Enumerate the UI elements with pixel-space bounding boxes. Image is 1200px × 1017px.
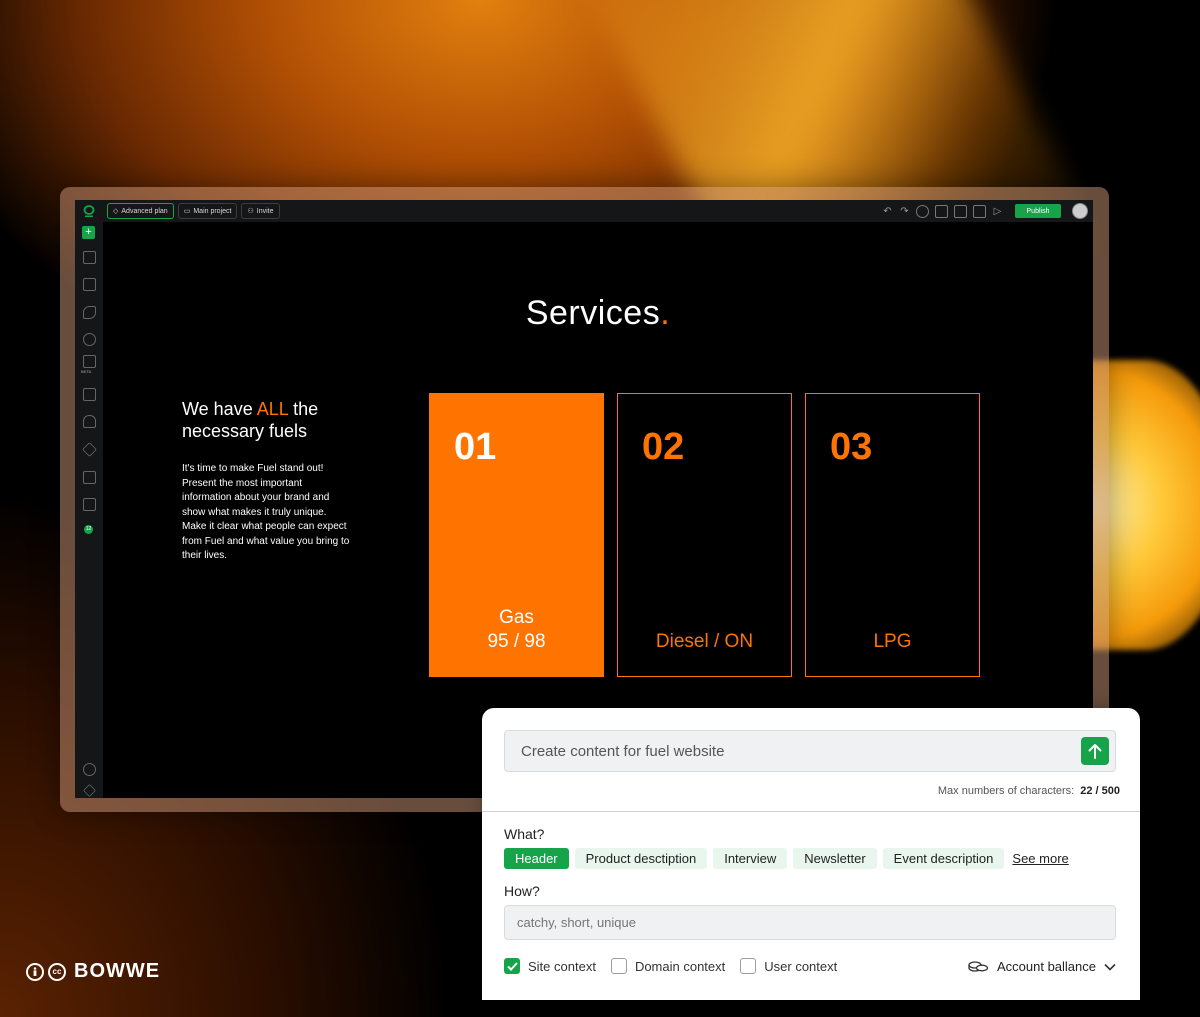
checkbox-unchecked[interactable] xyxy=(740,958,757,974)
editor-sidebar: + BETA 12 xyxy=(75,222,104,798)
checkbox-checked[interactable] xyxy=(504,958,520,974)
globe-icon[interactable] xyxy=(83,333,96,346)
service-card-gas[interactable]: 01 Gas 95 / 98 xyxy=(429,393,604,677)
document-icon[interactable] xyxy=(935,204,948,218)
intro-heading[interactable]: We have ALL the necessary fuels xyxy=(182,398,382,442)
card-label: Diesel / ON xyxy=(655,631,754,652)
how-label: How? xyxy=(504,883,540,899)
check-icon xyxy=(506,961,518,971)
chip-newsletter[interactable]: Newsletter xyxy=(793,848,877,869)
coins-icon xyxy=(968,960,989,972)
site-context-checkbox[interactable]: Site context xyxy=(504,958,596,974)
card-number: 03 xyxy=(830,426,873,468)
advanced-plan-button[interactable]: ◇ Advanced plan xyxy=(107,203,174,219)
ai-content-panel: Max numbers of characters:22 / 500 What?… xyxy=(482,708,1140,1000)
send-button[interactable] xyxy=(1081,737,1109,765)
comments-icon[interactable] xyxy=(916,204,929,218)
card-label: LPG xyxy=(873,631,912,652)
attribution-icon xyxy=(26,962,44,981)
brush-icon[interactable] xyxy=(83,306,96,319)
publish-button[interactable]: Publish xyxy=(1015,204,1061,218)
service-card-lpg[interactable]: 03 LPG xyxy=(805,393,980,677)
what-label: What? xyxy=(504,826,545,842)
user-avatar[interactable] xyxy=(1072,203,1088,219)
grid-icon[interactable] xyxy=(83,471,96,484)
context-checkboxes: Site context Domain context User context xyxy=(504,958,852,974)
cart-icon[interactable] xyxy=(83,355,96,368)
pin-icon[interactable] xyxy=(83,784,96,797)
brand-footer: cc BOWWE xyxy=(26,960,160,983)
page-title[interactable]: Services. xyxy=(103,294,1093,333)
creative-commons-icon: cc xyxy=(48,962,66,981)
app-logo-icon[interactable] xyxy=(75,204,103,218)
chart-icon[interactable] xyxy=(83,388,96,401)
account-balance-dropdown[interactable]: Account ballance xyxy=(967,959,1116,974)
chip-product-description[interactable]: Product desctiption xyxy=(574,848,708,869)
user-context-checkbox[interactable]: User context xyxy=(740,958,837,974)
chevron-down-icon xyxy=(1104,963,1116,971)
toolbar-actions: ↶ ↷ ▷ Publish xyxy=(882,203,1093,219)
main-project-button[interactable]: ▭ Main project xyxy=(177,203,238,219)
panel-divider xyxy=(482,811,1140,812)
add-element-button[interactable]: + xyxy=(82,226,95,239)
checkbox-unchecked[interactable] xyxy=(610,958,627,974)
preview-play-icon[interactable]: ▷ xyxy=(992,206,1003,217)
chip-interview[interactable]: Interview xyxy=(713,848,788,869)
content-type-chips: Header Product desctiption Interview New… xyxy=(504,848,1069,869)
bowwe-logo[interactable]: BOWWE xyxy=(74,960,160,983)
add-user-icon: ⚇ xyxy=(247,208,254,215)
layers-icon[interactable] xyxy=(82,442,97,457)
prompt-field[interactable] xyxy=(504,730,1116,772)
beta-label: BETA xyxy=(81,369,92,374)
editor-topbar: ◇ Advanced plan ▭ Main project ⚇ Invite … xyxy=(75,200,1093,223)
save-icon[interactable] xyxy=(973,204,986,218)
intro-paragraph[interactable]: It's time to make Fuel stand out! Presen… xyxy=(182,462,352,564)
card-number: 02 xyxy=(642,426,685,468)
list-icon[interactable] xyxy=(954,204,967,218)
cloud-icon[interactable] xyxy=(83,415,96,428)
arrow-up-icon xyxy=(1088,744,1102,759)
invite-button[interactable]: ⚇ Invite xyxy=(241,203,280,219)
diamond-icon: ◇ xyxy=(113,208,119,215)
chip-event-description[interactable]: Event description xyxy=(882,848,1005,869)
folder-icon: ▭ xyxy=(183,208,191,215)
service-card-diesel[interactable]: 02 Diesel / ON xyxy=(617,393,792,677)
how-input[interactable] xyxy=(515,914,1115,931)
undo-icon[interactable]: ↶ xyxy=(882,206,893,217)
see-more-link[interactable]: See more xyxy=(1012,851,1068,866)
card-label: Gas 95 / 98 xyxy=(487,607,546,652)
redo-icon[interactable]: ↷ xyxy=(899,206,910,217)
gift-icon[interactable] xyxy=(83,498,96,511)
how-field[interactable] xyxy=(504,905,1116,940)
card-number: 01 xyxy=(454,426,497,468)
edit-icon[interactable] xyxy=(83,278,96,291)
character-counter: Max numbers of characters: 22 / 500 xyxy=(937,785,1120,797)
domain-context-checkbox[interactable]: Domain context xyxy=(610,958,725,974)
chip-header[interactable]: Header xyxy=(504,848,569,869)
pages-icon[interactable] xyxy=(83,251,96,264)
help-icon[interactable] xyxy=(83,763,96,776)
gift-badge: 12 xyxy=(84,525,93,534)
prompt-input[interactable] xyxy=(519,741,1115,761)
